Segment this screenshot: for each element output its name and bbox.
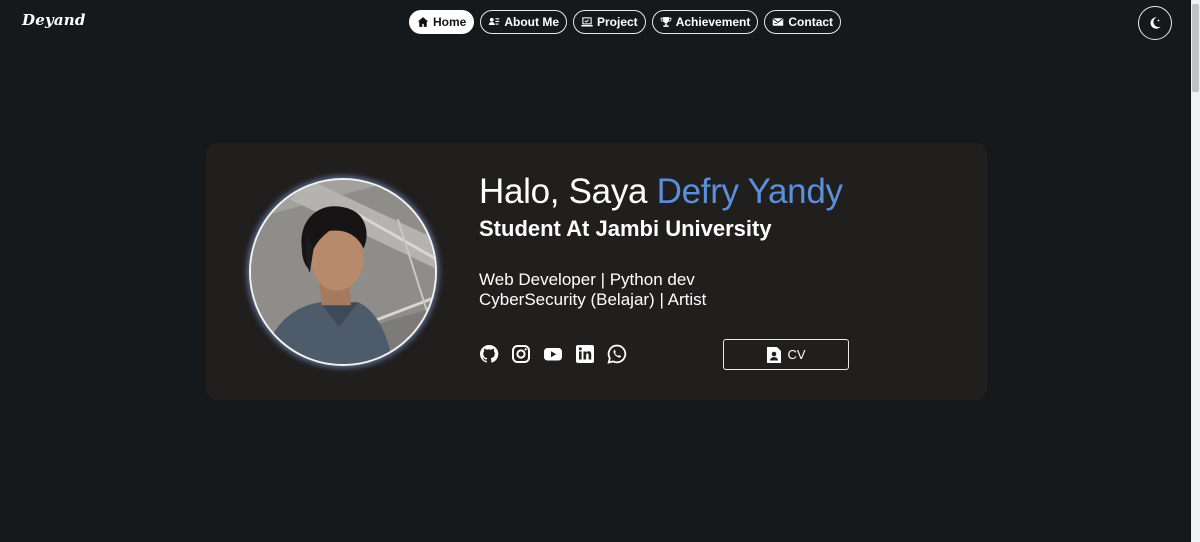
social-links [479,344,627,364]
user-card-icon [489,17,500,25]
main-nav: Home About Me Project Achievement Contac… [409,10,842,34]
youtube-link[interactable] [543,344,563,364]
youtube-icon [544,348,562,361]
github-link[interactable] [479,344,499,364]
instagram-link[interactable] [511,344,531,364]
home-icon [417,17,429,27]
nav-achievement-label: Achievement [675,15,751,29]
linkedin-link[interactable] [575,344,595,364]
trophy-icon [660,17,672,27]
scrollbar-thumb[interactable] [1192,4,1199,92]
moon-icon [1150,17,1161,29]
cv-button-label: CV [787,347,806,362]
nav-achievement[interactable]: Achievement [651,10,759,34]
roles-line-1: Web Developer | Python dev [479,270,695,289]
hero-roles: Web Developer | Python dev CyberSecurity… [479,270,706,310]
instagram-icon [512,345,530,363]
hero-name: Defry Yandy [656,172,843,211]
whatsapp-icon [607,344,627,364]
greeting-prefix: Halo, Saya [479,172,657,211]
nav-about-me[interactable]: About Me [480,10,567,34]
whatsapp-link[interactable] [607,344,627,364]
github-icon [479,344,499,363]
hero-subtitle: Student At Jambi University [479,216,772,241]
profile-avatar [249,178,437,366]
mail-icon [773,18,784,26]
nav-home-label: Home [433,15,467,29]
document-user-icon [767,346,782,363]
nav-project-label: Project [597,15,638,29]
profile-photo [251,180,435,364]
cv-download-button[interactable]: CV [723,339,849,370]
site-logo[interactable]: Deyand [22,11,86,29]
theme-toggle-button[interactable] [1138,6,1172,40]
roles-line-2: CyberSecurity (Belajar) | Artist [479,290,707,309]
nav-contact-label: Contact [788,15,834,29]
nav-project[interactable]: Project [573,10,646,34]
hero-greeting: Halo, Saya Defry Yandy [479,172,843,212]
linkedin-icon [576,345,594,363]
nav-contact[interactable]: Contact [764,10,842,34]
nav-home[interactable]: Home [409,10,475,34]
nav-about-me-label: About Me [504,15,559,29]
laptop-icon [581,17,593,27]
hero-card: Halo, Saya Defry Yandy Student At Jambi … [206,143,987,400]
page-scrollbar[interactable] [1191,0,1200,542]
